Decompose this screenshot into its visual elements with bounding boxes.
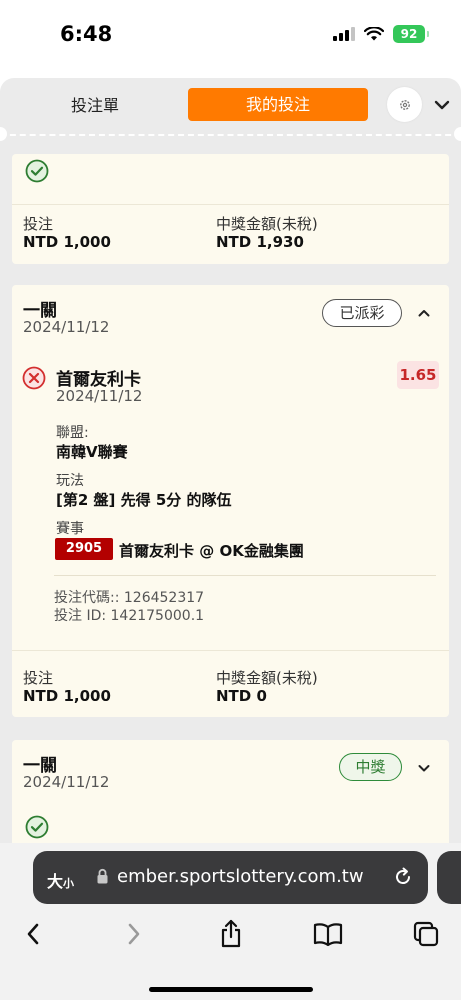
battery-icon: 92 bbox=[393, 25, 429, 43]
browser-chrome: 大小 ember.sportslottery.com.tw bbox=[0, 843, 461, 1000]
bet-card-3: 一關 2024/11/12 中獎 bbox=[12, 740, 449, 843]
payout-value: NTD 0 bbox=[216, 687, 267, 705]
chevron-up-icon[interactable] bbox=[417, 306, 431, 320]
event-name: 首爾友利卡 @ OK金融集團 bbox=[119, 542, 304, 560]
stake-label: 投注 bbox=[23, 669, 54, 687]
gear-icon bbox=[399, 99, 410, 110]
text-size-small: 小 bbox=[63, 877, 75, 890]
settings-button[interactable] bbox=[387, 87, 422, 122]
event-number-badge: 2905 bbox=[55, 538, 113, 560]
status-bar: 6:48 92 bbox=[0, 0, 461, 70]
payout-label: 中獎金額(未稅) bbox=[216, 669, 318, 687]
chevron-down-icon bbox=[434, 100, 450, 110]
share-button[interactable] bbox=[216, 919, 246, 949]
won-check-icon bbox=[25, 815, 49, 839]
url-text: ember.sportslottery.com.tw bbox=[117, 866, 364, 887]
market-value: [第2 盤] 先得 5分 的隊伍 bbox=[56, 491, 232, 509]
league-value: 南韓V聯賽 bbox=[56, 443, 128, 461]
chevron-left-icon bbox=[27, 923, 39, 945]
tabs-icon bbox=[413, 921, 439, 947]
next-tab-preview[interactable] bbox=[437, 851, 461, 904]
my-bets-panel: 投注單 我的投注 投注 NTD 1,000 中獎金額(未稅) NTD 1,930… bbox=[0, 78, 461, 843]
wifi-icon bbox=[364, 26, 384, 40]
chevron-right-icon bbox=[128, 923, 140, 945]
lock-icon bbox=[97, 868, 108, 884]
bet-id: 投注 ID: 142175000.1 bbox=[54, 608, 205, 624]
chevron-down-icon[interactable] bbox=[417, 761, 431, 775]
bet-date: 2024/11/12 bbox=[23, 773, 110, 791]
stake-value: NTD 1,000 bbox=[23, 687, 111, 705]
book-icon bbox=[313, 923, 343, 947]
text-size-button[interactable]: 大小 bbox=[47, 868, 74, 892]
top-tabs: 投注單 我的投注 bbox=[0, 78, 461, 136]
payout-label: 中獎金額(未稅) bbox=[216, 215, 318, 233]
bet-code: 投注代碼:: 126452317 bbox=[54, 590, 205, 606]
bet-card-1-footer: 投注 NTD 1,000 中獎金額(未稅) NTD 1,930 bbox=[12, 204, 449, 264]
payout-value: NTD 1,930 bbox=[216, 233, 304, 251]
address-bar[interactable]: 大小 ember.sportslottery.com.tw bbox=[33, 851, 428, 904]
text-size-big: 大 bbox=[47, 872, 64, 891]
ticket-notch-right bbox=[454, 127, 461, 141]
event-label: 賽事 bbox=[56, 521, 84, 537]
won-check-icon bbox=[25, 159, 49, 183]
market-label: 玩法 bbox=[56, 473, 84, 489]
home-indicator bbox=[149, 987, 313, 992]
bet-card-1: 投注 NTD 1,000 中獎金額(未稅) NTD 1,930 bbox=[12, 154, 449, 264]
bet-card-2-footer: 投注 NTD 1,000 中獎金額(未稅) NTD 0 bbox=[12, 650, 449, 717]
ticket-divider bbox=[0, 134, 461, 136]
bet-date: 2024/11/12 bbox=[23, 318, 110, 336]
tab-my-bets[interactable]: 我的投注 bbox=[188, 88, 368, 121]
status-time: 6:48 bbox=[60, 22, 113, 46]
reload-icon[interactable] bbox=[392, 866, 414, 888]
tabs-button[interactable] bbox=[411, 919, 441, 949]
selection-date: 2024/11/12 bbox=[56, 387, 143, 405]
lost-x-icon bbox=[22, 366, 46, 390]
selection-divider bbox=[54, 575, 436, 576]
status-badge: 中獎 bbox=[339, 753, 402, 781]
tab-betslip[interactable]: 投注單 bbox=[40, 90, 150, 122]
stake-label: 投注 bbox=[23, 215, 54, 233]
forward-button[interactable] bbox=[118, 919, 148, 949]
bookmarks-button[interactable] bbox=[313, 919, 343, 949]
back-button[interactable] bbox=[19, 919, 49, 949]
league-label: 聯盟: bbox=[56, 425, 89, 441]
bet-card-2: 一關 2024/11/12 已派彩 首爾友利卡 2024/11/12 1.65 … bbox=[12, 285, 449, 717]
stake-value: NTD 1,000 bbox=[23, 233, 111, 251]
collapse-button[interactable] bbox=[432, 95, 452, 115]
signal-icon bbox=[333, 27, 355, 41]
status-badge: 已派彩 bbox=[322, 299, 402, 327]
odds-badge: 1.65 bbox=[397, 361, 439, 389]
status-icons: 92 bbox=[333, 25, 429, 43]
share-icon bbox=[221, 919, 241, 948]
